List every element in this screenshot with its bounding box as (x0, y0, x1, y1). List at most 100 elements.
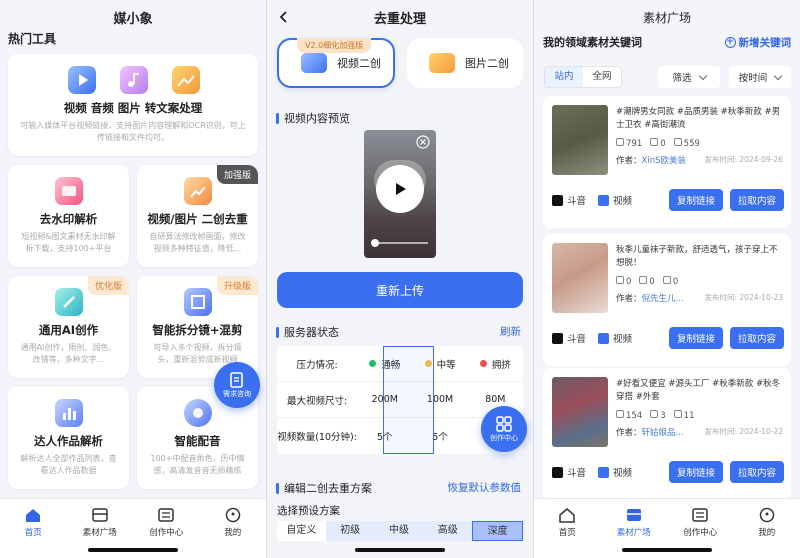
progress-knob[interactable] (371, 239, 379, 247)
cell-value: 80M (485, 394, 506, 405)
mode-video-label: 视频二创 (337, 57, 381, 70)
video-type-icon (598, 466, 610, 478)
image-icon (172, 66, 200, 94)
page-title: 素材广场 (642, 10, 691, 25)
back-arrow-icon[interactable] (277, 10, 291, 24)
cell-value: 中等 (436, 359, 456, 371)
author-name[interactable]: XinS欧美装 (642, 156, 686, 166)
preset-basic[interactable]: 初级 (325, 521, 375, 541)
share-count: 11 (683, 411, 695, 421)
play-icon (396, 183, 406, 195)
sort-dropdown[interactable]: 按时间 (729, 66, 791, 88)
comment-icon (639, 276, 648, 284)
material-stats: 0 0 0 (616, 276, 678, 287)
platform-label: 斗音 (567, 468, 587, 479)
refresh-link[interactable]: 刷新 (500, 324, 521, 339)
video-type-icon (598, 332, 610, 344)
selected-server-column[interactable] (383, 346, 434, 454)
tab-profile[interactable]: 我的 (203, 507, 263, 558)
video-icon (301, 53, 327, 73)
comment-count: 3 (660, 411, 666, 421)
material-text: 秋季儿童袜子新款，舒适透气，孩子穿上不想脱！ (616, 245, 778, 268)
watermark-icon (55, 177, 83, 205)
scope-switch: 站内 全网 (544, 66, 622, 88)
play-button[interactable] (376, 165, 424, 213)
tool-desc: 通用AI创作，限创、润色、改错等，多种文字... (20, 343, 117, 364)
type-label: 视频 (613, 468, 633, 479)
platform-info: 斗音 视频 (552, 465, 632, 479)
server-section-title: 服务器状态 (276, 324, 339, 340)
pen-icon (55, 288, 83, 316)
mode-image-button[interactable]: 图片二创 (407, 38, 523, 88)
material-thumbnail[interactable] (552, 105, 608, 175)
home-indicator (355, 548, 445, 552)
share-count: 0 (672, 277, 679, 287)
author-label: 作者： (616, 428, 642, 438)
platform-info: 斗音 视频 (552, 193, 632, 207)
home-indicator (622, 548, 712, 552)
progress-track[interactable] (372, 242, 428, 244)
pull-content-button[interactable]: 拉取内容 (730, 461, 784, 483)
author-label: 作者： (616, 156, 642, 166)
tool-card-creator-analysis[interactable]: 达人作品解析 解析达人全部作品列表，查看达人作品数据 (8, 387, 129, 489)
author: 作者：XinS欧美装 (616, 154, 686, 166)
creation-center-label: 创作中心 (490, 434, 518, 442)
filter-label: 筛选 (672, 73, 692, 84)
add-keyword-button[interactable]: + 新增关键词 (724, 35, 791, 50)
platform-label: 斗音 (567, 334, 587, 345)
preset-custom[interactable]: 自定义 (277, 521, 326, 541)
type-label: 视频 (613, 196, 633, 207)
crop-icon (184, 288, 212, 316)
preset-advanced[interactable]: 高级 (423, 521, 473, 541)
pull-content-button[interactable]: 拉取内容 (730, 327, 784, 349)
preset-deep[interactable]: 深度 (472, 521, 523, 541)
scope-all-web[interactable]: 全网 (583, 67, 621, 87)
close-circle-icon[interactable] (416, 135, 430, 149)
restore-defaults-link[interactable]: 恢复默认参数值 (448, 480, 522, 495)
creation-center-float-button[interactable]: 创作中心 (481, 406, 527, 452)
material-thumbnail[interactable] (552, 243, 608, 313)
list-item[interactable]: #好看又便宜 #源头工厂 #秋季新款 #秋冬穿搭 #外套 154 3 11 作者… (543, 368, 791, 500)
list-item[interactable]: #潮牌男女同款 #品质男装 #秋季新款 #男士卫衣 #高街潮流 791 0 55… (543, 96, 791, 228)
tab-label: 首页 (24, 528, 42, 538)
creation-icon (692, 508, 708, 522)
tool-title: 达人作品解析 (34, 434, 103, 448)
filter-dropdown[interactable]: 筛选 (658, 66, 720, 88)
pull-content-button[interactable]: 拉取内容 (730, 189, 784, 211)
tool-desc: 解析达人全部作品列表，查看达人作品数据 (20, 454, 117, 475)
reupload-button[interactable]: 重新上传 (277, 272, 523, 308)
row-label: 最大视频尺寸: (286, 395, 348, 407)
copy-link-button[interactable]: 复制链接 (669, 189, 723, 211)
audio-icon (120, 66, 148, 94)
list-item[interactable]: 秋季儿童袜子新款，舒适透气，孩子穿上不想脱！ 0 0 0 作者：倪先生儿... … (543, 234, 791, 366)
like-icon (616, 138, 624, 146)
tab-label: 素材广场 (616, 528, 651, 538)
status-crowded[interactable]: 拥挤 (468, 357, 523, 371)
consult-float-button[interactable]: 需求咨询 (214, 362, 260, 408)
video-preview[interactable] (364, 130, 436, 258)
home-icon (26, 509, 41, 522)
comment-icon (650, 410, 659, 418)
tab-home[interactable]: 首页 (537, 507, 597, 558)
material-text: #好看又便宜 #源头工厂 #秋季新款 #秋冬穿搭 #外套 (616, 379, 781, 402)
preview-section-title: 视频内容预览 (276, 110, 350, 126)
tab-label: 素材广场 (82, 528, 117, 538)
author-name[interactable]: 轩姑娘品... (642, 428, 684, 438)
tool-card-transcribe[interactable]: 视频 音频 图片 转文案处理 可输入媒体平台视频链接，支持图片内容理解和OCR识… (8, 54, 258, 156)
tool-desc: 可输入媒体平台视频链接，支持图片内容理解和OCR识别，可上传链接和文件均可。 (20, 121, 246, 142)
tool-badge: 优化版 (87, 276, 129, 295)
like-count: 0 (626, 277, 632, 287)
material-thumbnail[interactable] (552, 377, 608, 447)
tool-card-ai-writing[interactable]: 优化版 通用AI创作 通用AI创作，限创、润色、改错等，多种文字... (8, 276, 129, 378)
copy-link-button[interactable]: 复制链接 (669, 461, 723, 483)
scope-onsite[interactable]: 站内 (545, 67, 583, 87)
copy-link-button[interactable]: 复制链接 (669, 327, 723, 349)
tool-card-dedup[interactable]: 加强版 视频/图片 二创去重 自研算法修改帧画面，修改视频多种特征值，降低... (137, 165, 258, 267)
tab-profile[interactable]: 我的 (737, 507, 797, 558)
author-name[interactable]: 倪先生儿... (642, 294, 684, 304)
preset-medium[interactable]: 中级 (374, 521, 424, 541)
keyword-title: 我的领域素材关键词 (543, 36, 642, 49)
tab-home[interactable]: 首页 (3, 507, 63, 558)
tool-card-watermark[interactable]: 去水印解析 短视频&图文素材无水印解析下载，支持100+平台 (8, 165, 129, 267)
tool-badge: 加强版 (216, 165, 258, 184)
